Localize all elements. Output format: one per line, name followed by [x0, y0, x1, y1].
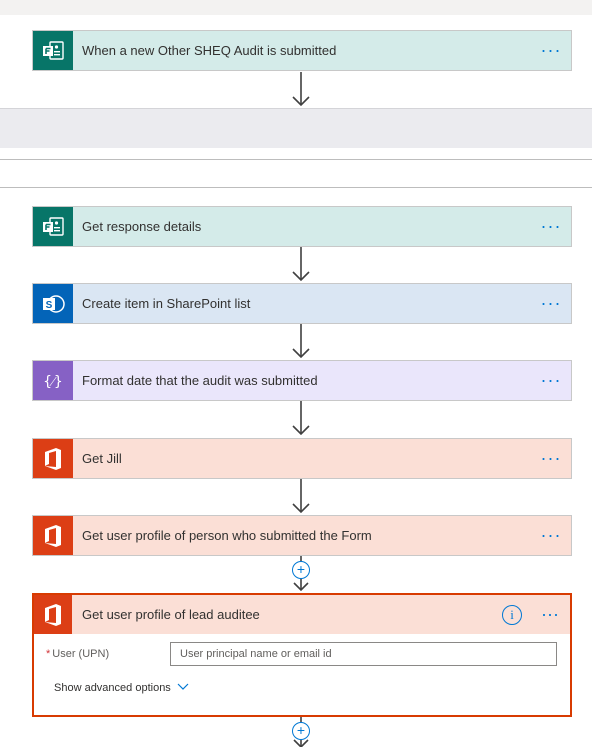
- more-options-button[interactable]: ···: [530, 595, 570, 634]
- step-get-response-details[interactable]: Get response details ···: [32, 206, 572, 247]
- step-title: Get response details: [82, 219, 202, 234]
- chevron-down-icon: [177, 682, 189, 694]
- insert-step-button[interactable]: +: [292, 561, 310, 579]
- office365-icon: [33, 439, 73, 478]
- step-get-lead-auditee-profile[interactable]: Get user profile of lead auditee i ··· *…: [32, 593, 572, 717]
- required-marker: *: [46, 648, 51, 660]
- step-title: Get user profile of person who submitted…: [82, 528, 372, 543]
- office365-icon: [34, 595, 72, 634]
- step-title: Get Jill: [82, 451, 122, 466]
- step-get-submitter-profile[interactable]: Get user profile of person who submitted…: [32, 515, 572, 556]
- connector-arrow: [291, 247, 311, 283]
- insert-step-button[interactable]: +: [292, 722, 310, 740]
- data-operation-icon: {⁄}: [33, 361, 73, 400]
- trigger-title: When a new Other SHEQ Audit is submitted: [82, 43, 337, 58]
- svg-text:{⁄}: {⁄}: [43, 374, 62, 390]
- more-options-button[interactable]: ···: [531, 284, 571, 323]
- office365-icon: [33, 516, 73, 555]
- divider: [0, 159, 592, 160]
- user-upn-input[interactable]: [170, 642, 557, 666]
- more-options-button[interactable]: ···: [531, 361, 571, 400]
- step-title: Format date that the audit was submitted: [82, 373, 318, 388]
- divider: [0, 187, 592, 188]
- connector-arrow: [291, 401, 311, 437]
- scope-band: [0, 108, 592, 148]
- step-header[interactable]: Get user profile of lead auditee i ···: [34, 595, 570, 634]
- more-options-button[interactable]: ···: [531, 31, 571, 70]
- step-create-sharepoint-item[interactable]: S Create item in SharePoint list ···: [32, 283, 572, 324]
- info-icon[interactable]: i: [502, 604, 522, 625]
- user-upn-label: * User (UPN): [46, 648, 170, 660]
- sharepoint-icon: S: [33, 284, 73, 323]
- forms-icon: [33, 207, 73, 246]
- connector-arrow: [291, 324, 311, 360]
- field-label-text: User (UPN): [52, 648, 110, 660]
- top-band: [0, 0, 592, 15]
- svg-text:S: S: [46, 300, 53, 311]
- step-format-date[interactable]: {⁄} Format date that the audit was submi…: [32, 360, 572, 401]
- advanced-options-label: Show advanced options: [54, 682, 171, 694]
- more-options-button[interactable]: ···: [531, 516, 571, 555]
- step-title: Get user profile of lead auditee: [82, 607, 260, 622]
- show-advanced-options-toggle[interactable]: Show advanced options: [54, 682, 189, 694]
- connector-arrow: [291, 72, 311, 108]
- step-title: Create item in SharePoint list: [82, 296, 251, 311]
- step-get-jill[interactable]: Get Jill ···: [32, 438, 572, 479]
- forms-icon: [33, 31, 73, 70]
- connector-arrow: [291, 479, 311, 515]
- user-upn-row: * User (UPN): [46, 642, 557, 666]
- more-options-button[interactable]: ···: [531, 439, 571, 478]
- trigger-card[interactable]: When a new Other SHEQ Audit is submitted…: [32, 30, 572, 71]
- more-options-button[interactable]: ···: [531, 207, 571, 246]
